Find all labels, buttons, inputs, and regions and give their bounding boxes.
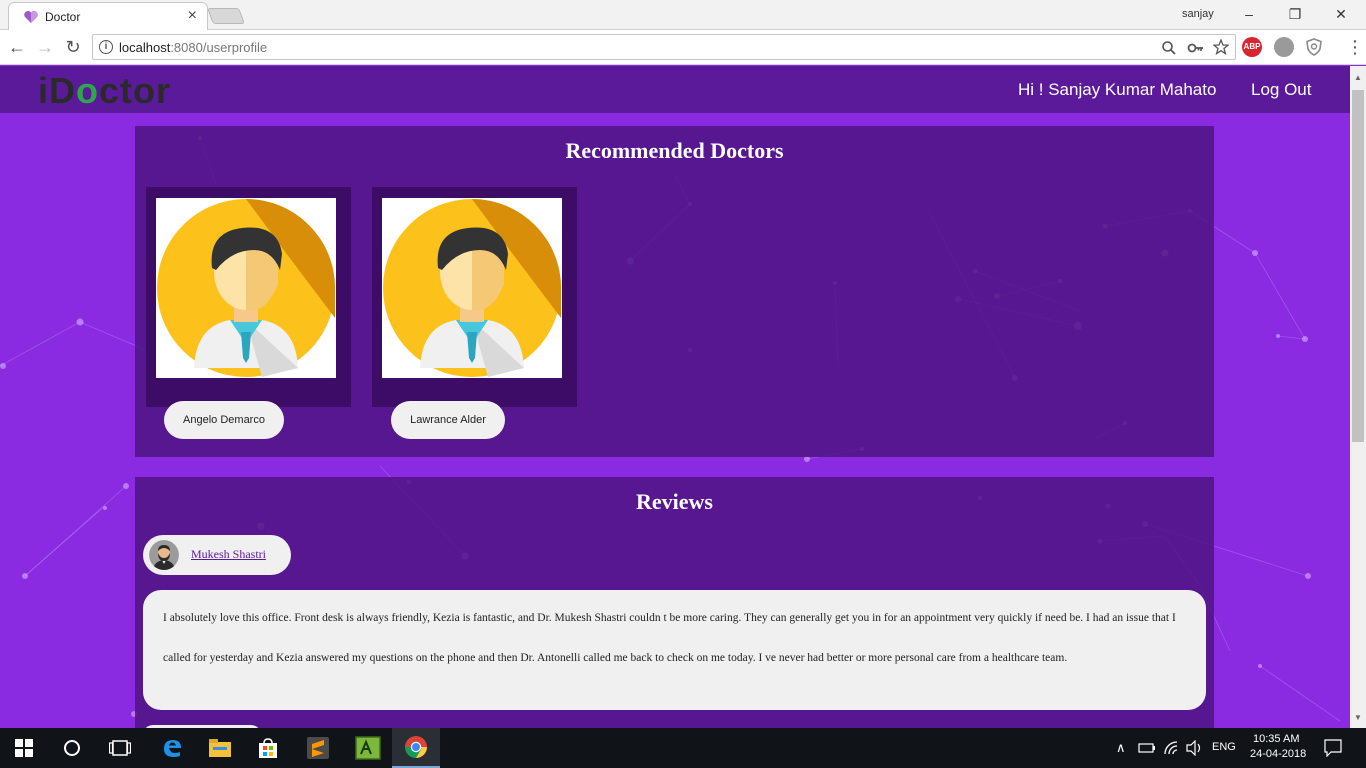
browser-menu-icon[interactable]: ⋮: [1346, 36, 1364, 58]
browser-toolbar: ← → ↻ i localhost:8080/userprofile ABP ⋮: [0, 30, 1366, 65]
doctor-avatar-icon: [157, 199, 335, 377]
key-icon[interactable]: [1187, 40, 1205, 56]
windows-taskbar: ∧ ENG 10:35 AM 24-04-2018: [0, 728, 1366, 768]
task-view-icon[interactable]: [96, 728, 144, 768]
tray-chevron-icon[interactable]: ∧: [1116, 740, 1126, 756]
doctor-avatar[interactable]: [156, 198, 336, 378]
logout-link[interactable]: Log Out: [1251, 80, 1312, 100]
wifi-icon[interactable]: [1163, 740, 1181, 756]
reviewer-avatar: [149, 540, 179, 570]
store-icon[interactable]: [244, 728, 292, 768]
doctor-name-button[interactable]: Angelo Demarco: [164, 401, 284, 439]
chrome-icon[interactable]: [392, 728, 440, 768]
minimize-icon[interactable]: –: [1226, 4, 1272, 26]
volume-icon[interactable]: [1186, 740, 1204, 756]
doctor-name-button[interactable]: Lawrance Alder: [391, 401, 505, 439]
user-greeting-link[interactable]: Hi ! Sanjay Kumar Mahato: [1018, 80, 1216, 100]
forward-arrow-icon[interactable]: →: [34, 36, 56, 58]
info-icon[interactable]: i: [99, 40, 113, 54]
restore-icon[interactable]: ❐: [1272, 4, 1318, 26]
green-app-icon[interactable]: [344, 728, 392, 768]
address-bar[interactable]: i localhost:8080/userprofile: [92, 34, 1236, 60]
notification-icon[interactable]: [1324, 739, 1342, 757]
doctor-card[interactable]: [372, 187, 577, 407]
doctor-avatar[interactable]: [382, 198, 562, 378]
bearded-man-avatar-icon: [149, 540, 179, 570]
sublime-text-icon[interactable]: [294, 728, 342, 768]
heart-favicon-icon: [24, 11, 38, 23]
shield-extension-icon[interactable]: [1306, 38, 1322, 56]
clock-date[interactable]: 24-04-2018: [1250, 748, 1306, 760]
tab-title: Doctor: [45, 10, 81, 24]
close-window-icon[interactable]: ✕: [1318, 4, 1364, 26]
star-bookmark-icon[interactable]: [1213, 39, 1229, 55]
new-tab-button[interactable]: [207, 8, 245, 24]
site-logo[interactable]: iDoctor: [38, 70, 171, 112]
edge-icon[interactable]: [148, 728, 196, 768]
profile-name[interactable]: sanjay: [1182, 8, 1214, 20]
browser-tab[interactable]: Doctor ×: [8, 2, 208, 30]
reload-icon[interactable]: ↻: [62, 36, 84, 58]
windows-logo-icon[interactable]: [0, 728, 48, 768]
page-scrollbar[interactable]: ▲ ▼: [1350, 66, 1366, 728]
reviewer-name-link[interactable]: Mukesh Shastri: [191, 547, 266, 562]
url-text[interactable]: localhost:8080/userprofile: [119, 40, 267, 55]
review-text: I absolutely love this office. Front des…: [163, 612, 1176, 664]
back-arrow-icon[interactable]: ←: [6, 36, 28, 58]
reviews-title: Reviews: [636, 489, 713, 514]
reviewer-chip[interactable]: Mukesh Shastri: [143, 535, 291, 575]
cortana-circle-icon[interactable]: [48, 728, 96, 768]
page-viewport: iDoctor Hi ! Sanjay Kumar Mahato Log Out…: [0, 66, 1350, 728]
tab-close-icon[interactable]: ×: [188, 7, 197, 25]
adblock-extension-icon[interactable]: ABP: [1242, 37, 1262, 57]
zoom-icon[interactable]: [1161, 40, 1177, 56]
extension-cloud-icon[interactable]: [1274, 37, 1294, 57]
site-navbar: iDoctor Hi ! Sanjay Kumar Mahato Log Out: [0, 66, 1350, 113]
clock-time[interactable]: 10:35 AM: [1253, 733, 1299, 745]
review-card: I absolutely love this office. Front des…: [143, 590, 1206, 710]
scroll-up-icon[interactable]: ▲: [1350, 70, 1366, 86]
battery-icon[interactable]: [1138, 741, 1156, 755]
recommended-doctors-title: Recommended Doctors: [565, 138, 784, 163]
language-indicator[interactable]: ENG: [1212, 741, 1236, 753]
scrollbar-thumb[interactable]: [1352, 90, 1364, 442]
browser-tab-bar: Doctor × sanjay – ❐ ✕: [0, 0, 1366, 30]
doctor-avatar-icon: [383, 199, 561, 377]
file-explorer-icon[interactable]: [196, 728, 244, 768]
scroll-down-icon[interactable]: ▼: [1350, 710, 1366, 726]
doctor-card[interactable]: [146, 187, 351, 407]
